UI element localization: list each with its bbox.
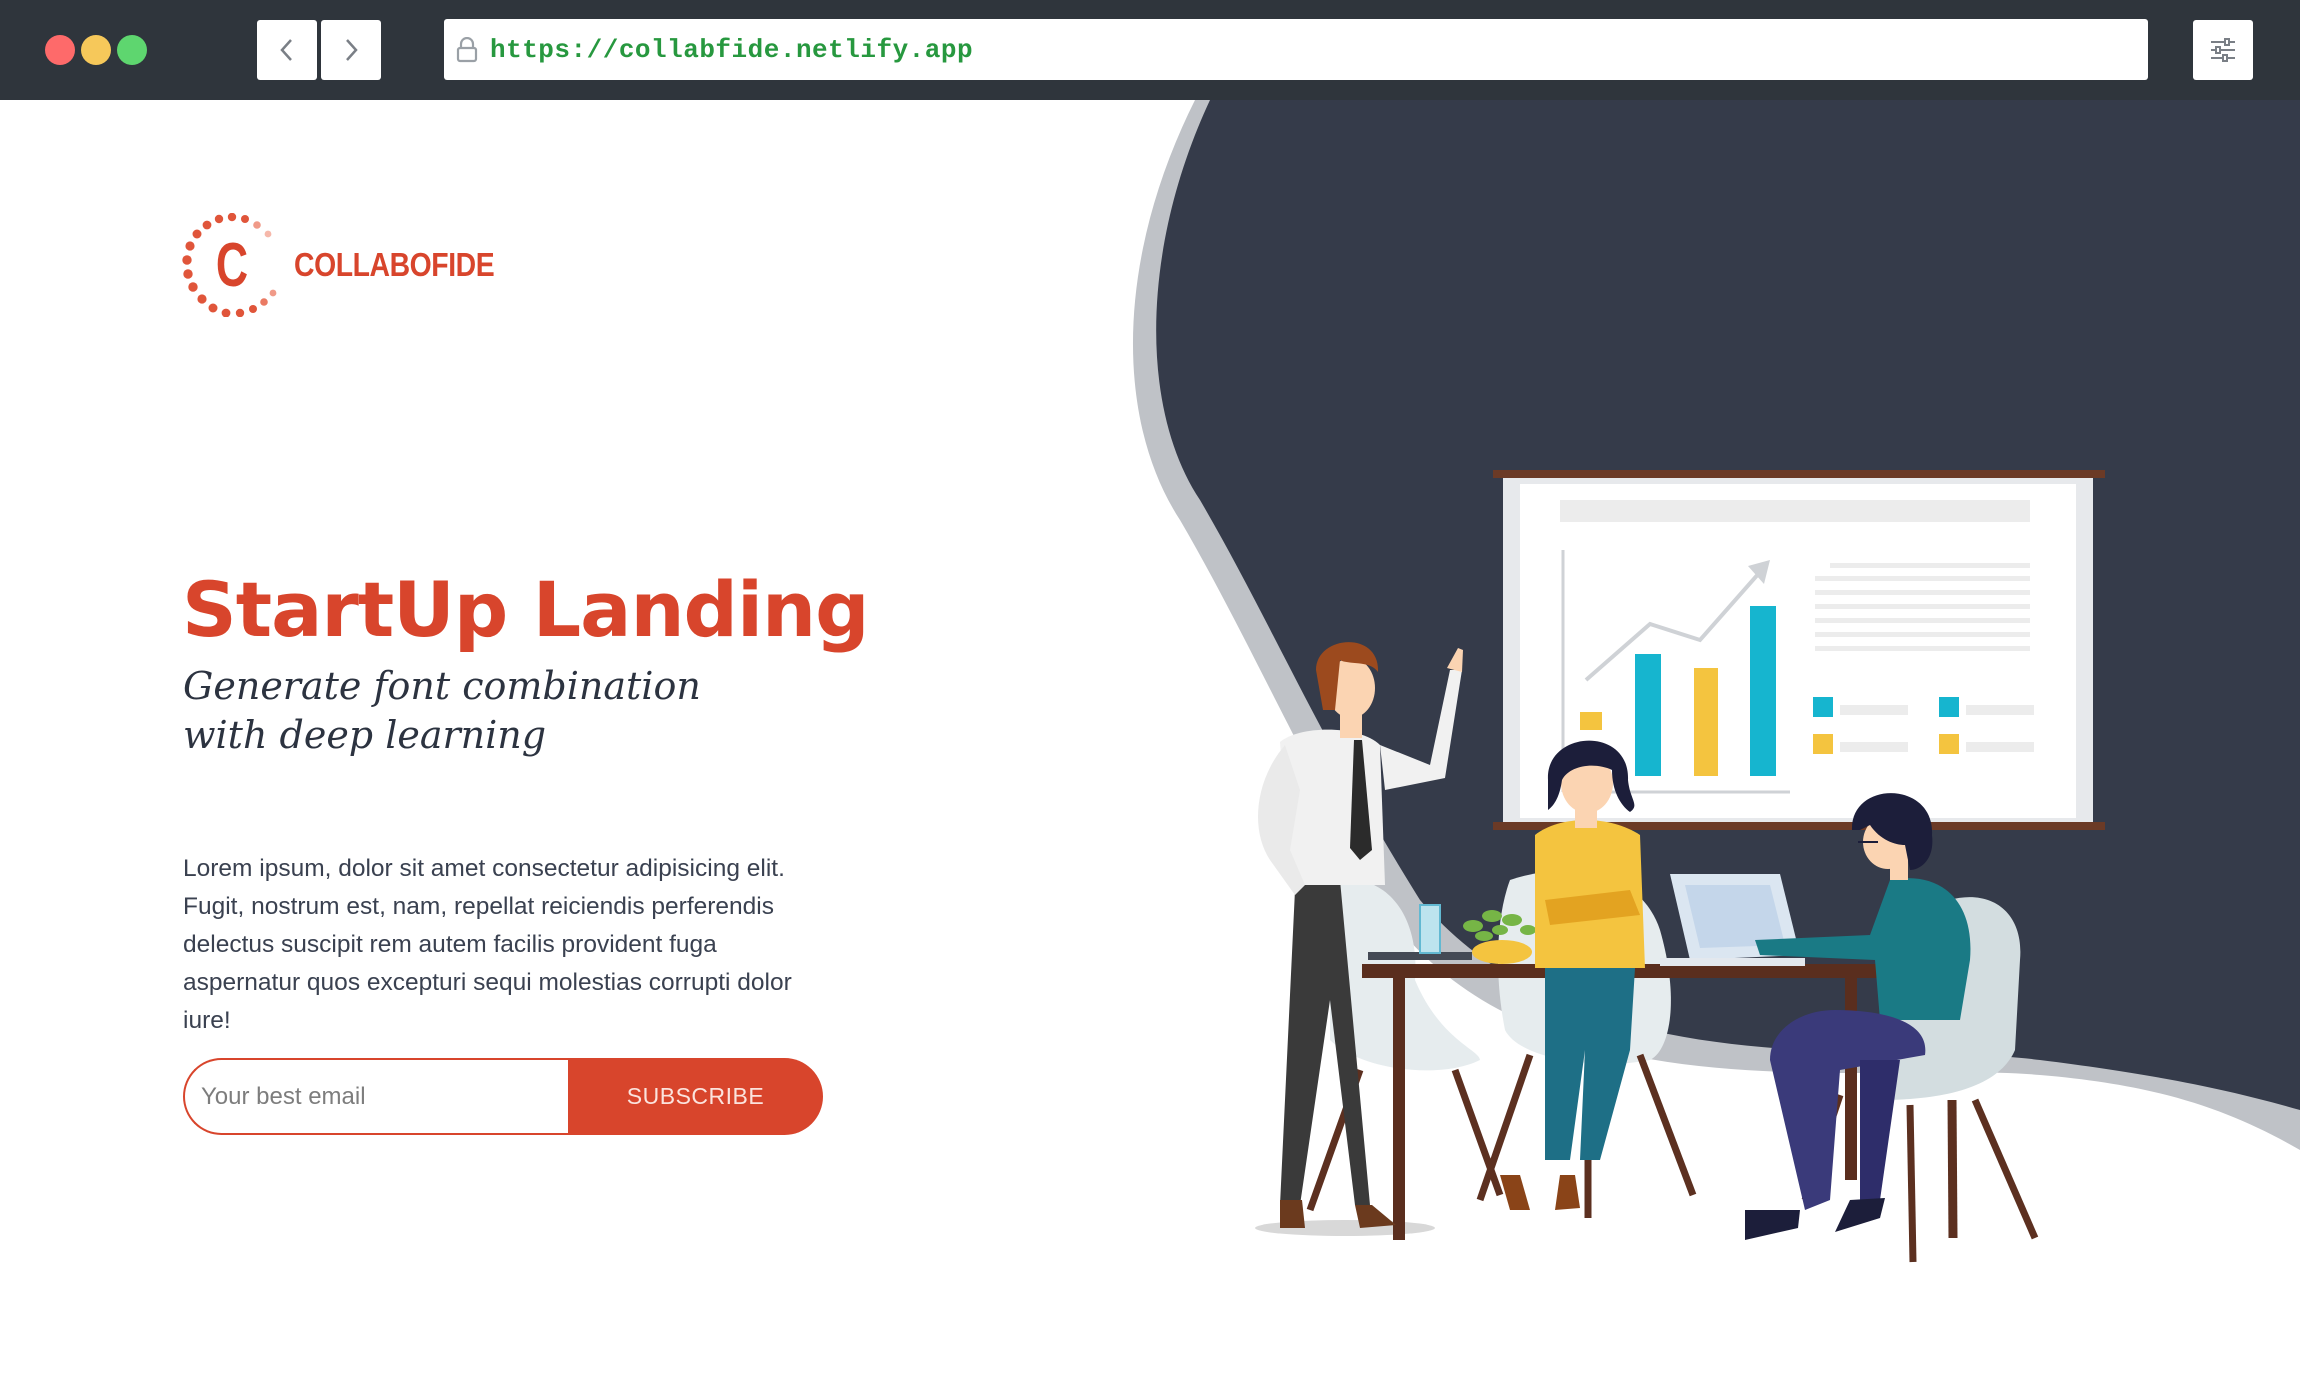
- browser-toolbar: https://collabfide.netlify.app: [0, 0, 2300, 100]
- address-bar[interactable]: https://collabfide.netlify.app: [444, 19, 2148, 80]
- subscribe-form: SUBSCRIBE: [183, 1058, 823, 1135]
- sliders-icon: [2211, 38, 2235, 62]
- lock-icon: [456, 37, 478, 63]
- brand-logo[interactable]: C COLLABOFIDE: [182, 213, 527, 317]
- forward-button[interactable]: [321, 20, 381, 80]
- settings-button[interactable]: [2193, 20, 2253, 80]
- close-window-button[interactable]: [45, 35, 75, 65]
- maximize-window-button[interactable]: [117, 35, 147, 65]
- back-button[interactable]: [257, 20, 317, 80]
- logo-mark-icon: C: [182, 213, 277, 317]
- page-title: StartUp Landing: [182, 565, 870, 654]
- chevron-left-icon: [280, 39, 292, 61]
- page-subtitle: Generate font combination with deep lear…: [183, 664, 701, 757]
- minimize-window-button[interactable]: [81, 35, 111, 65]
- url-text: https://collabfide.netlify.app: [490, 35, 974, 65]
- intro-paragraph: Lorem ipsum, dolor sit amet consectetur …: [183, 855, 792, 1034]
- subscribe-button[interactable]: SUBSCRIBE: [568, 1058, 823, 1135]
- email-field[interactable]: [183, 1058, 568, 1135]
- brand-name: COLLABOFIDE: [294, 246, 495, 283]
- chevron-right-icon: [346, 39, 358, 61]
- logo-letter: C: [216, 231, 248, 300]
